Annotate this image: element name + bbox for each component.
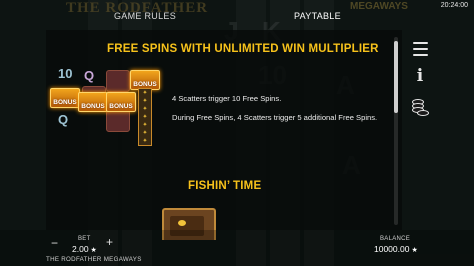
symbol-ten: 10 xyxy=(58,66,73,81)
top-bar: GAME RULES PAYTABLE 20:24:00 xyxy=(0,0,474,30)
clock: 20:24:00 xyxy=(440,2,468,9)
free-spins-title: FREE SPINS WITH UNLIMITED WIN MULTIPLIER xyxy=(107,43,379,55)
bonus-label: BONUS xyxy=(109,103,133,110)
bonus-label: BONUS xyxy=(53,99,77,106)
bet-value: 2.00 ★ xyxy=(72,244,97,254)
symbol-queen: Q xyxy=(84,68,95,83)
balance-value: 10000.00 ★ xyxy=(374,244,418,254)
info-icon[interactable]: i xyxy=(406,64,434,88)
character-symbol xyxy=(106,110,130,132)
bonus-scatter-symbol: BONUS xyxy=(50,88,80,108)
paytable-scrollbar[interactable] xyxy=(394,37,398,225)
bonus-label: BONUS xyxy=(133,81,157,88)
bet-increase-button[interactable]: + xyxy=(106,235,113,249)
scrollbar-thumb[interactable] xyxy=(394,41,398,113)
multiplier-strip: ✦ ✦ ✦ ✦ ✦ ✦ ✦ xyxy=(138,88,152,146)
bet-decrease-button[interactable]: − xyxy=(51,236,58,250)
bonus-label: BONUS xyxy=(81,103,105,110)
bet-label: BET xyxy=(78,236,91,242)
coins-icon[interactable] xyxy=(406,96,434,120)
symbol-queen: Q xyxy=(58,112,69,127)
tab-paytable[interactable]: PAYTABLE xyxy=(294,11,341,21)
currency-icon: ★ xyxy=(90,247,97,254)
free-spins-line-2: During Free Spins, 4 Scatters trigger 5 … xyxy=(172,113,378,122)
game-name: THE RODFATHER MEGAWAYS xyxy=(46,256,142,263)
bonus-scatter-symbol: BONUS xyxy=(106,92,136,112)
character-symbol xyxy=(106,70,130,92)
tab-game-rules[interactable]: GAME RULES xyxy=(114,11,176,21)
free-spins-line-1: 4 Scatters trigger 10 Free Spins. xyxy=(172,94,282,103)
currency-icon: ★ xyxy=(411,247,418,254)
menu-icon[interactable] xyxy=(406,37,434,61)
bonus-scatter-symbol: BONUS xyxy=(78,92,108,112)
balance-label: BALANCE xyxy=(380,236,411,242)
bonus-scatter-symbol: BONUS xyxy=(130,70,160,90)
fishin-time-title: FISHIN’ TIME xyxy=(188,180,262,192)
sign-ornament xyxy=(178,220,186,226)
